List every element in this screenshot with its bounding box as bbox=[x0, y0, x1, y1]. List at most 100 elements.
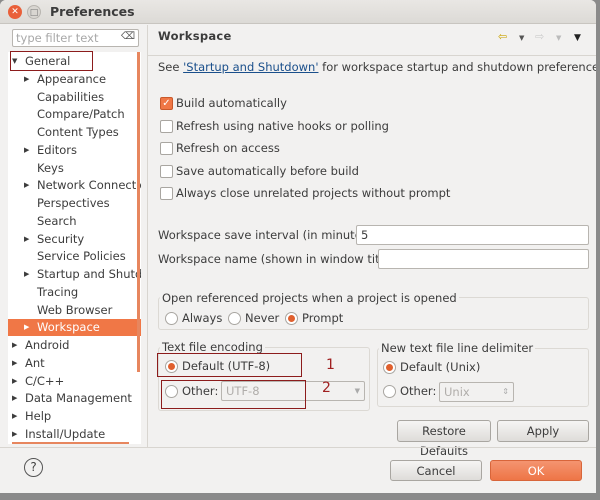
tree-item-help[interactable]: ▶ Help bbox=[8, 408, 141, 425]
tree-item-content-types[interactable]: Content Types bbox=[8, 124, 141, 141]
workspace-name-input[interactable] bbox=[378, 249, 589, 269]
restore-defaults-button[interactable]: Restore Defaults bbox=[397, 420, 491, 458]
tree-item-android[interactable]: ▶ Android bbox=[8, 337, 141, 354]
tree-item-startup-and-shutdown[interactable]: ▶ Startup and Shutdown bbox=[8, 266, 141, 283]
tree-item-data-management[interactable]: ▶ Data Management bbox=[8, 390, 141, 407]
tree-item-keys[interactable]: Keys bbox=[8, 160, 141, 177]
forward-icon[interactable]: ⇨ bbox=[535, 30, 544, 43]
tree-item-label: Capabilities bbox=[37, 89, 105, 104]
tree-item-ant[interactable]: ▶ Ant bbox=[8, 355, 141, 372]
collapsed-twisty-icon[interactable]: ▶ bbox=[24, 319, 29, 336]
encoding-label: Text file encoding bbox=[160, 340, 265, 354]
help-icon[interactable]: ? bbox=[24, 458, 43, 477]
tree-item-label: Keys bbox=[37, 160, 64, 175]
checkbox-label: Refresh on access bbox=[176, 141, 280, 155]
radio-delimiter-other[interactable] bbox=[383, 385, 396, 398]
collapsed-twisty-icon[interactable]: ▶ bbox=[24, 177, 29, 194]
collapsed-twisty-icon[interactable]: ▶ bbox=[12, 355, 17, 372]
collapsed-twisty-icon[interactable]: ▶ bbox=[12, 408, 17, 425]
cancel-button[interactable]: Cancel bbox=[390, 460, 482, 481]
tree-item-label: Security bbox=[37, 231, 85, 246]
view-menu-icon[interactable]: ▼ bbox=[574, 33, 581, 43]
tree-item-workspace[interactable]: ▶ Workspace bbox=[8, 319, 141, 337]
tree-item-label: Ant bbox=[25, 355, 45, 370]
tree-item-service-policies[interactable]: Service Policies bbox=[8, 248, 141, 265]
tree-item-web-browser[interactable]: Web Browser bbox=[8, 302, 141, 319]
tree-item-label: Help bbox=[25, 409, 52, 423]
tree-item-label: Tracing bbox=[37, 284, 79, 299]
tree-item-label: Web Browser bbox=[37, 302, 113, 317]
see-text: See bbox=[158, 60, 184, 74]
ok-button[interactable]: OK bbox=[490, 460, 582, 481]
pane-divider[interactable] bbox=[147, 25, 148, 447]
annotation-number-1: 1 bbox=[326, 357, 335, 373]
collapsed-twisty-icon[interactable]: ▶ bbox=[12, 337, 17, 354]
tree-item-c-c-[interactable]: ▶ C/C++ bbox=[8, 373, 141, 390]
tree-item-appearance[interactable]: ▶ Appearance bbox=[8, 71, 141, 88]
save-interval-label: Workspace save interval (in minutes): bbox=[158, 228, 377, 242]
preferences-window: ✕ □ Preferences ⌫ ▼General▶AppearanceCap… bbox=[0, 0, 596, 493]
startup-shutdown-link[interactable]: 'Startup and Shutdown' bbox=[183, 60, 318, 74]
collapsed-twisty-icon[interactable]: ▶ bbox=[24, 231, 29, 248]
checkbox-refresh-using-native-hooks-or-polling[interactable] bbox=[160, 119, 173, 133]
checkbox-always-close-unrelated-projects-without-prompt[interactable] bbox=[160, 187, 173, 200]
annotation-number-2: 2 bbox=[322, 380, 331, 396]
workspace-name-label: Workspace name (shown in window title): bbox=[158, 252, 399, 266]
checkbox-label: Save automatically before build bbox=[176, 163, 359, 178]
checkbox-label: Build automatically bbox=[176, 96, 287, 110]
tree-item-label: Compare/Patch bbox=[37, 107, 125, 122]
apply-button[interactable]: Apply bbox=[497, 420, 589, 442]
radio-never[interactable] bbox=[228, 312, 241, 325]
collapsed-twisty-icon[interactable]: ▶ bbox=[12, 390, 17, 407]
tree-item-editors[interactable]: ▶ Editors bbox=[8, 142, 141, 159]
chevron-down-icon: ▼ bbox=[354, 387, 360, 395]
collapsed-twisty-icon[interactable]: ▶ bbox=[24, 266, 29, 283]
checkbox-refresh-on-access[interactable] bbox=[160, 142, 173, 155]
filter-input[interactable] bbox=[13, 30, 113, 46]
tree-item-label: Workspace bbox=[37, 320, 100, 335]
tree-item-label: Appearance bbox=[37, 71, 107, 86]
tree-vertical-scrollbar[interactable] bbox=[137, 52, 140, 372]
tree-item-capabilities[interactable]: Capabilities bbox=[8, 89, 141, 106]
clear-filter-icon[interactable]: ⌫ bbox=[121, 31, 135, 42]
tree-item-install-update[interactable]: ▶ Install/Update bbox=[8, 426, 141, 443]
checkbox-save-automatically-before-build[interactable] bbox=[160, 164, 173, 178]
spinner-icon: ⇕ bbox=[502, 387, 509, 396]
never-label: Never bbox=[245, 311, 280, 325]
forward-menu-icon[interactable]: ▼ bbox=[556, 34, 561, 42]
radio-prompt[interactable] bbox=[285, 312, 298, 325]
filter-field[interactable]: ⌫ bbox=[12, 29, 139, 47]
collapsed-twisty-icon[interactable]: ▶ bbox=[12, 373, 17, 390]
collapsed-twisty-icon[interactable]: ▶ bbox=[12, 426, 17, 443]
radio-delimiter-default[interactable] bbox=[383, 361, 396, 374]
back-menu-icon[interactable]: ▼ bbox=[519, 34, 524, 42]
footer-separator bbox=[0, 447, 596, 448]
collapsed-twisty-icon[interactable]: ▶ bbox=[24, 71, 29, 88]
checkbox-build-automatically[interactable]: ✓ bbox=[160, 97, 173, 110]
startup-info: See 'Startup and Shutdown' for workspace… bbox=[158, 60, 596, 74]
tree-item-tracing[interactable]: Tracing bbox=[8, 284, 141, 301]
tree-item-label: Data Management bbox=[25, 391, 132, 406]
prompt-label: Prompt bbox=[302, 311, 344, 325]
tree-item-label: Android bbox=[25, 338, 70, 352]
preference-tree: ▼ General ▶ Appearance Capabilities Compare/P… bbox=[8, 52, 141, 444]
see-suffix-text: for workspace startup and shutdown prefe… bbox=[318, 60, 596, 74]
tree-item-label: Search bbox=[37, 213, 77, 228]
back-icon[interactable]: ⇦ bbox=[498, 30, 507, 43]
tree-item-perspectives[interactable]: Perspectives bbox=[8, 195, 141, 212]
delimiter-select[interactable]: Unix ⇕ bbox=[439, 382, 514, 402]
close-icon[interactable]: ✕ bbox=[8, 5, 22, 19]
tree-item-security[interactable]: ▶ Security bbox=[8, 231, 141, 248]
tree-item-search[interactable]: Search bbox=[8, 213, 141, 230]
header-separator bbox=[148, 55, 596, 56]
tree-item-label: Service Policies bbox=[37, 249, 126, 264]
save-interval-input[interactable]: 5 bbox=[356, 225, 589, 245]
collapsed-twisty-icon[interactable]: ▶ bbox=[24, 142, 29, 159]
tree-item-label: Editors bbox=[37, 142, 78, 157]
annotation-box-2 bbox=[161, 380, 306, 409]
maximize-icon[interactable]: □ bbox=[27, 5, 41, 19]
tree-item-network-connections[interactable]: ▶ Network Connections bbox=[8, 177, 141, 194]
radio-always[interactable] bbox=[165, 312, 178, 325]
tree-horizontal-scrollbar[interactable] bbox=[12, 442, 129, 444]
tree-item-compare-patch[interactable]: Compare/Patch bbox=[8, 106, 141, 123]
